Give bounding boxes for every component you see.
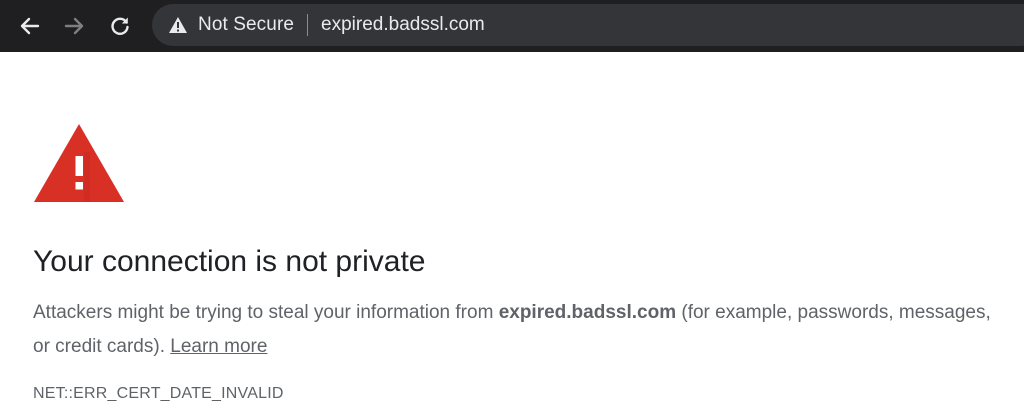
browser-toolbar: Not Secure expired.badssl.com [0,0,1024,52]
page-title: Your connection is not private [33,245,426,278]
url-text[interactable]: expired.badssl.com [321,14,485,36]
error-code: NET::ERR_CERT_DATE_INVALID [33,385,284,402]
explanation-domain: expired.badssl.com [498,302,677,323]
explanation-before: Attackers might be trying to steal your … [33,302,499,323]
security-status-text[interactable]: Not Secure [198,14,294,36]
reload-button[interactable] [104,10,136,42]
address-bar[interactable]: Not Secure expired.badssl.com [152,4,1024,46]
interstitial-page: Your connection is not private Attackers… [0,52,1024,417]
omnibox-divider [307,14,309,36]
warning-triangle-icon [32,122,126,209]
warning-triangle-icon[interactable] [168,16,188,34]
learn-more-link[interactable]: Learn more [170,336,267,357]
forward-arrow-icon [64,17,84,35]
reload-icon [111,17,129,35]
back-button[interactable] [14,10,46,42]
back-arrow-icon [20,17,40,35]
forward-button[interactable] [58,10,90,42]
explanation-text: Attackers might be trying to steal your … [33,296,993,364]
